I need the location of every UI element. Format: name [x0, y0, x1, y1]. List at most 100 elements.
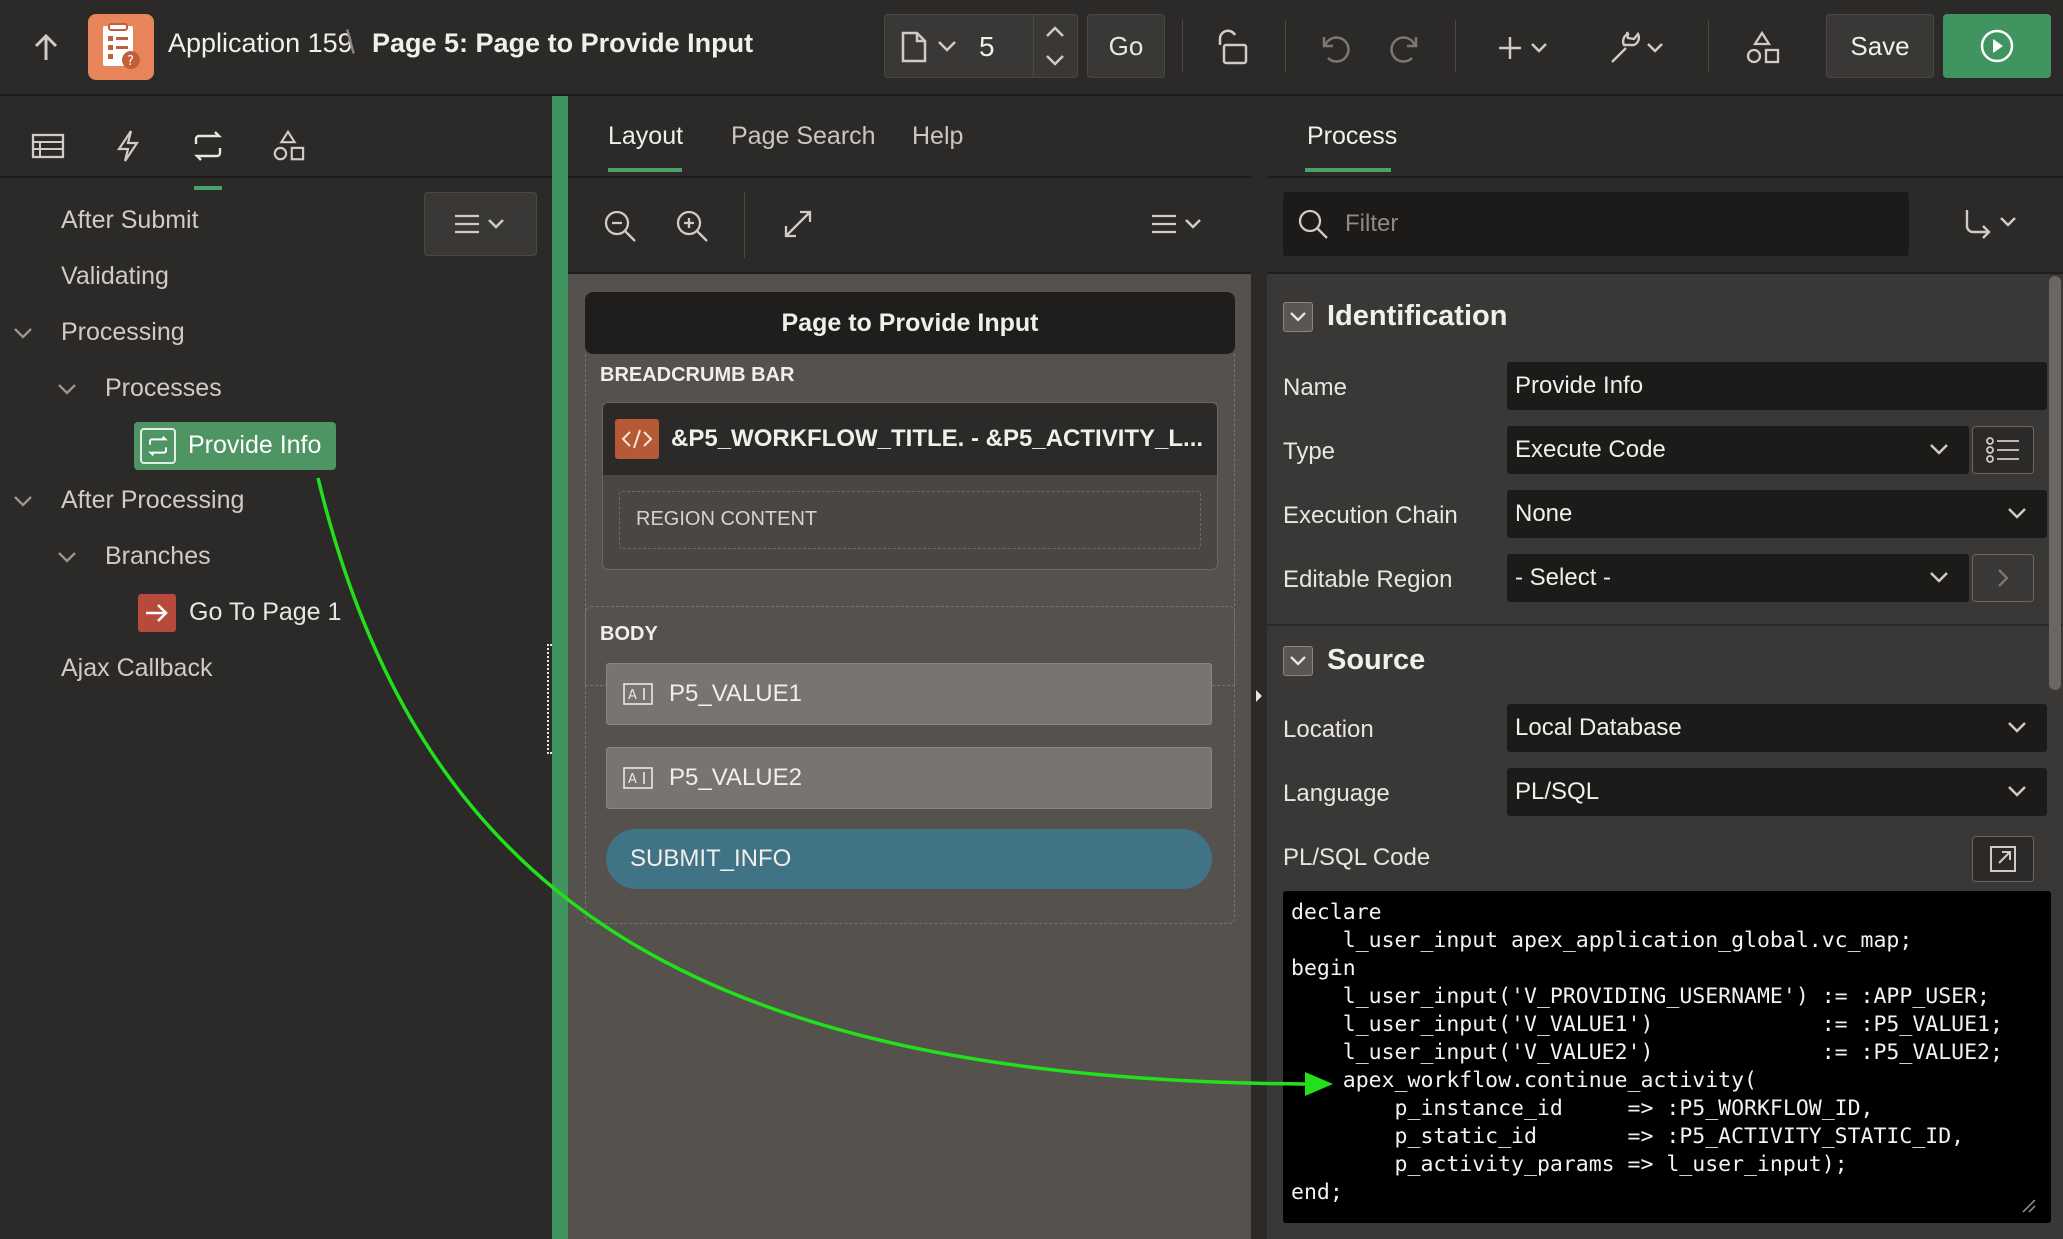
page-item-value2[interactable]: A P5_VALUE2: [606, 747, 1212, 809]
submit-info-button[interactable]: SUBMIT_INFO: [606, 829, 1212, 889]
collapse-source-toggle[interactable]: [1283, 646, 1313, 676]
svg-text:?: ?: [127, 54, 134, 69]
tab-layout[interactable]: Layout: [608, 122, 683, 151]
chevron-down-icon[interactable]: [1045, 53, 1065, 67]
chevron-down-icon: [937, 39, 957, 53]
location-select[interactable]: Local Database: [1507, 704, 2047, 752]
right-tabs: Process: [1267, 96, 2063, 178]
tab-help[interactable]: Help: [912, 122, 963, 151]
app-logo-icon[interactable]: ?: [88, 14, 154, 80]
editable-region-select[interactable]: - Select -: [1507, 554, 1969, 602]
open-editor-icon[interactable]: [1972, 836, 2034, 882]
page-item-value1[interactable]: A P5_VALUE1: [606, 663, 1212, 725]
lock-icon[interactable]: [1210, 26, 1254, 70]
tree-node-processing[interactable]: Processing: [61, 318, 185, 347]
name-label: Name: [1283, 374, 1348, 401]
shared-components-icon[interactable]: [1740, 26, 1784, 70]
body-area[interactable]: BODY A P5_VALUE1 A P5_VALUE2 SUBMIT_INFO: [585, 606, 1235, 924]
save-button[interactable]: Save: [1826, 14, 1934, 78]
execution-chain-select[interactable]: None: [1507, 490, 2047, 538]
create-menu-button[interactable]: [1496, 26, 1556, 70]
chevron-down-icon: [1930, 444, 1948, 455]
chevron-down-icon: [2008, 508, 2026, 519]
section-source-title: Source: [1327, 644, 1426, 676]
chevron-down-icon[interactable]: [56, 378, 78, 400]
chevron-down-icon[interactable]: [12, 322, 34, 344]
code-icon: [615, 419, 659, 459]
plsql-code-editor[interactable]: declare l_user_input apex_application_gl…: [1283, 891, 2051, 1223]
up-arrow-icon[interactable]: [26, 28, 66, 68]
resize-handle-icon[interactable]: [2019, 1196, 2037, 1214]
type-select[interactable]: Execute Code: [1507, 426, 1969, 474]
plsql-code-label: PL/SQL Code: [1283, 844, 1431, 871]
app-name[interactable]: Application 159: [168, 28, 353, 59]
tree-menu-button[interactable]: [424, 192, 537, 256]
tree-node-processes[interactable]: Processes: [105, 374, 222, 403]
breadcrumb-bar-label: BREADCRUMB BAR: [600, 364, 795, 386]
tree-node-validating[interactable]: Validating: [61, 262, 169, 291]
filter-placeholder: Filter: [1345, 210, 1399, 237]
search-icon: [1298, 209, 1328, 239]
zoom-out-icon[interactable]: [602, 208, 638, 244]
page-item-label: P5_VALUE2: [669, 764, 802, 791]
svg-text:A: A: [628, 688, 637, 703]
tab-shared-components[interactable]: [260, 118, 316, 174]
chevron-up-icon[interactable]: [1045, 25, 1065, 39]
chevron-down-icon[interactable]: [56, 546, 78, 568]
tree-node-go-to-page[interactable]: Go To Page 1: [189, 598, 341, 627]
chevron-down-icon[interactable]: [12, 490, 34, 512]
wrench-icon[interactable]: [1604, 24, 1668, 72]
page-number-input[interactable]: 5: [979, 31, 995, 63]
page-selector[interactable]: 5: [884, 14, 1078, 78]
zoom-in-icon[interactable]: [674, 208, 710, 244]
tab-process[interactable]: Process: [1307, 122, 1397, 151]
text-field-icon: A: [623, 683, 653, 705]
expand-icon[interactable]: [782, 208, 814, 240]
page-title: Page 5: Page to Provide Input: [372, 28, 754, 58]
property-editor-panel: Process Filter Identification Name Provi…: [1267, 96, 2063, 1239]
go-to-group-icon[interactable]: [1961, 208, 2021, 242]
play-icon: [1980, 29, 2014, 63]
tree-node-provide-info[interactable]: Provide Info: [134, 422, 336, 470]
region-content-slot[interactable]: REGION CONTENT: [619, 491, 1201, 549]
collapse-identification-toggle[interactable]: [1283, 302, 1313, 332]
splitter-bar[interactable]: [1251, 96, 1267, 1239]
execution-chain-label: Execution Chain: [1283, 502, 1458, 529]
chevron-down-icon: [2008, 722, 2026, 733]
tree-node-after-processing[interactable]: After Processing: [61, 486, 244, 515]
type-label: Type: [1283, 438, 1336, 465]
tree-node-label: Provide Info: [188, 431, 322, 459]
undo-icon[interactable]: [1312, 26, 1356, 70]
splitter-bar[interactable]: [552, 96, 568, 1239]
text-field-icon: A: [623, 767, 653, 789]
tab-dynamic-actions[interactable]: [100, 118, 156, 174]
name-field[interactable]: Provide Info: [1507, 362, 2047, 410]
tab-page-search[interactable]: Page Search: [731, 122, 876, 151]
list-icon[interactable]: [1972, 426, 2034, 474]
filter-input[interactable]: Filter: [1283, 192, 1909, 256]
tree-node-branches[interactable]: Branches: [105, 542, 211, 571]
breadcrumb-region-title: &P5_WORKFLOW_TITLE. - &P5_ACTIVITY_L...: [671, 425, 1204, 452]
layout-menu-button[interactable]: [1150, 212, 1206, 236]
breadcrumb-region[interactable]: &P5_WORKFLOW_TITLE. - &P5_ACTIVITY_L... …: [602, 402, 1218, 570]
language-select[interactable]: PL/SQL: [1507, 768, 2047, 816]
layout-toolbar: [568, 178, 1251, 274]
run-button[interactable]: [1943, 14, 2051, 78]
tree-node-ajax-callback[interactable]: Ajax Callback: [61, 654, 212, 683]
svg-text:A: A: [628, 772, 637, 787]
location-label: Location: [1283, 716, 1374, 743]
branch-arrow-icon: [138, 594, 176, 632]
go-button[interactable]: Go: [1087, 14, 1165, 78]
chevron-right-icon[interactable]: [1972, 554, 2034, 602]
tab-rendering[interactable]: [20, 118, 76, 174]
layout-page-title[interactable]: Page to Provide Input: [585, 292, 1235, 354]
page-icon: [901, 31, 927, 63]
tab-processing[interactable]: [180, 118, 236, 190]
rendering-tree-panel: After Submit Validating Processing Proce…: [0, 96, 575, 1239]
section-identification-title: Identification: [1327, 300, 1508, 332]
tree-node-after-submit[interactable]: After Submit: [61, 206, 199, 235]
layout-panel: Layout Page Search Help Page to Provide …: [568, 96, 1251, 1239]
redo-icon[interactable]: [1384, 26, 1428, 70]
scrollbar[interactable]: [2049, 276, 2061, 690]
process-icon: [140, 428, 176, 464]
